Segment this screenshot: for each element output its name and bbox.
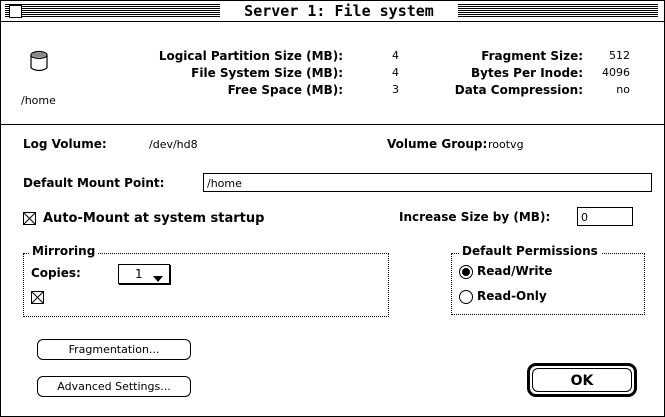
bytes-per-inode-value: 4096 [602, 66, 630, 79]
automount-checkbox[interactable] [23, 212, 36, 225]
radio-selected-dot [462, 268, 470, 276]
fragment-size-label: Fragment Size: [481, 49, 583, 63]
increase-size-label: Increase Size by (MB): [399, 210, 551, 224]
automount-label[interactable]: Auto-Mount at system startup [43, 211, 264, 226]
permissions-legend: Default Permissions [459, 244, 601, 258]
read-only-label[interactable]: Read-Only [477, 289, 547, 303]
fragmentation-button[interactable]: Fragmentation... [37, 339, 191, 360]
copies-value: 1 [135, 267, 143, 281]
popup-arrow-icon [153, 271, 163, 285]
ok-label: OK [532, 368, 632, 392]
mount-name: /home [21, 94, 56, 107]
read-write-label[interactable]: Read/Write [477, 264, 552, 278]
check-x-icon [32, 292, 43, 303]
file-system-size-label: File System Size (MB): [191, 66, 343, 80]
ok-button[interactable]: OK [527, 363, 637, 397]
mount-point-label: Default Mount Point: [23, 176, 165, 190]
data-compression-label: Data Compression: [454, 83, 583, 97]
window-title: Server 1: File system [220, 2, 458, 20]
permissions-group [451, 253, 645, 315]
advanced-settings-button[interactable]: Advanced Settings... [37, 376, 191, 397]
mount-point-field[interactable]: /home [203, 173, 652, 192]
logical-partition-size-label: Logical Partition Size (MB): [158, 49, 343, 63]
logical-partition-size-value: 4 [392, 49, 399, 62]
copies-label: Copies: [31, 266, 81, 280]
mirroring-legend: Mirroring [29, 244, 99, 258]
log-volume-value: /dev/hd8 [149, 138, 198, 151]
file-system-window: Server 1: File system /home Logical Part… [0, 0, 665, 417]
mirroring-checkbox[interactable] [31, 291, 44, 304]
disk-icon [29, 50, 49, 78]
free-space-label: Free Space (MB): [227, 83, 343, 97]
volume-group-value: rootvg [488, 138, 524, 151]
title-bar[interactable]: Server 1: File system [1, 1, 664, 22]
copies-popup[interactable]: 1 [118, 264, 170, 284]
free-space-value: 3 [392, 83, 399, 96]
mirroring-group [23, 253, 389, 317]
increase-size-field[interactable]: 0 [577, 207, 633, 226]
file-system-size-value: 4 [392, 66, 399, 79]
read-only-radio[interactable] [459, 290, 473, 304]
bytes-per-inode-label: Bytes Per Inode: [471, 66, 583, 80]
volume-group-label: Volume Group: [387, 137, 488, 151]
read-write-radio[interactable] [459, 265, 473, 279]
data-compression-value: no [616, 83, 630, 96]
check-x-icon [24, 213, 35, 224]
fragment-size-value: 512 [609, 49, 630, 62]
log-volume-label: Log Volume: [23, 137, 107, 151]
close-box-icon[interactable] [9, 5, 22, 18]
header-divider [1, 124, 664, 125]
